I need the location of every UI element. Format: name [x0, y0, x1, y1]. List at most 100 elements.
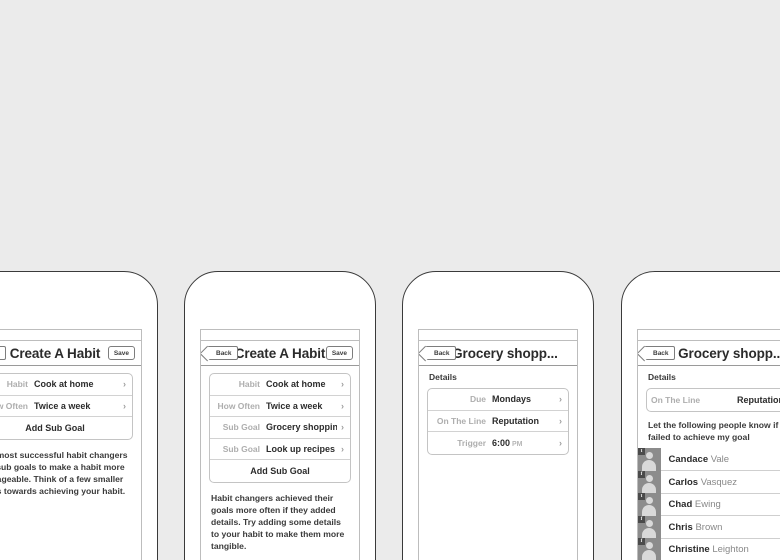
form-row-on-the-line[interactable]: On The Line Reputation ›	[647, 389, 780, 411]
row-label: Trigger	[457, 437, 486, 448]
form-row-habit[interactable]: Habit Cook at home ›	[210, 374, 350, 396]
row-label: Due	[469, 394, 486, 405]
chevron-right-icon: ›	[559, 437, 562, 448]
habit-form-card: Habit Cook at home › How Often Twice a w…	[0, 373, 133, 440]
form-row-how-often[interactable]: How Often Twice a week ›	[0, 396, 132, 417]
form-row-on-the-line[interactable]: On The Line Reputation ›	[428, 411, 568, 432]
social-network-badge-icon: f	[638, 538, 645, 546]
navigation-bar: Back Grocery shopp...	[638, 341, 780, 366]
row-value: Look up recipes	[266, 443, 336, 454]
avatar-body	[642, 505, 657, 516]
row-value: Grocery shopping	[266, 422, 337, 433]
chevron-right-icon: ›	[123, 379, 126, 390]
phone-4-content: Details On The Line Reputation › Let the…	[638, 366, 780, 560]
chevron-right-icon: ›	[559, 394, 562, 405]
chevron-right-icon: ›	[341, 443, 344, 454]
avatar: t	[638, 493, 661, 516]
form-row-sub-goal-1[interactable]: Sub Goal Grocery shopping ›	[210, 417, 350, 439]
row-label: Habit	[6, 379, 28, 390]
contact-first-name: Chris	[668, 521, 693, 533]
contact-first-name: Carlos	[668, 476, 699, 488]
helper-paragraph: Let the following people know if I faile…	[648, 419, 780, 442]
contact-last-name: Brown	[695, 521, 723, 533]
trigger-time: 6:00	[492, 437, 511, 448]
contact-name: Christine Leighton	[661, 544, 749, 555]
back-button[interactable]: Back	[0, 346, 6, 360]
contact-name: Carlos Vasquez	[661, 477, 737, 488]
row-label: Sub Goal	[222, 443, 260, 454]
chevron-right-icon: ›	[123, 400, 126, 411]
row-value: Cook at home	[34, 379, 94, 390]
phone-1-screen: Back Create A Habit Save Habit Cook at h…	[0, 329, 142, 560]
row-label: How Often	[0, 400, 28, 411]
back-button[interactable]: Back	[207, 346, 238, 360]
social-network-badge-icon: f	[638, 470, 645, 478]
helper-paragraph: Habit changers achieved their goals more…	[211, 492, 345, 552]
form-row-due[interactable]: Due Mondays ›	[428, 389, 568, 411]
save-button[interactable]: Save	[325, 346, 353, 360]
phone-4-screen: Back Grocery shopp... Details On The Lin…	[637, 329, 780, 560]
row-value: Mondays	[492, 394, 532, 405]
add-sub-goal-button[interactable]: Add Sub Goal	[0, 417, 132, 439]
wireframe-canvas: Back Create A Habit Save Habit Cook at h…	[0, 0, 780, 560]
status-bar	[201, 330, 359, 341]
contact-name: Chris Brown	[661, 522, 723, 533]
phone-mockup-2: Back Create A Habit Save Habit Cook at h…	[184, 271, 376, 560]
list-item[interactable]: t Chad Ewing	[638, 493, 780, 517]
avatar-body	[642, 460, 657, 471]
contact-name: Candace Vale	[661, 454, 730, 465]
details-card: On The Line Reputation ›	[646, 388, 780, 412]
form-row-trigger[interactable]: Trigger 6:00 PM ›	[428, 432, 568, 454]
list-item[interactable]: f Christine Leighton	[638, 538, 780, 560]
avatar-head	[645, 497, 653, 505]
form-row-habit[interactable]: Habit Cook at home ›	[0, 374, 132, 396]
phone-2-screen: Back Create A Habit Save Habit Cook at h…	[200, 329, 360, 560]
row-value: 6:00 PM	[492, 438, 555, 448]
navigation-bar: Back Grocery shopp...	[419, 341, 577, 366]
row-value: Twice a week	[266, 400, 323, 411]
contact-list: t Candace Vale f Carlos Vasquez t Chad E…	[638, 448, 780, 560]
phone-1-content: Habit Cook at home › How Often Twice a w…	[0, 373, 141, 497]
contact-first-name: Christine	[668, 544, 710, 556]
social-network-badge-icon: f	[638, 515, 645, 523]
back-button[interactable]: Back	[425, 346, 456, 360]
status-bar	[0, 330, 141, 341]
avatar: f	[638, 515, 661, 539]
row-label: Sub Goal	[222, 422, 260, 433]
status-bar	[419, 330, 577, 341]
social-network-badge-icon: t	[638, 493, 645, 501]
row-value: Reputation	[492, 415, 539, 426]
row-label: Habit	[238, 379, 260, 390]
avatar-body	[642, 550, 657, 560]
contact-last-name: Ewing	[694, 499, 721, 511]
list-item[interactable]: t Candace Vale	[638, 448, 780, 472]
add-sub-goal-button[interactable]: Add Sub Goal	[210, 460, 350, 482]
back-button[interactable]: Back	[644, 346, 675, 360]
contact-name: Chad Ewing	[661, 499, 721, 510]
details-card: Due Mondays › On The Line Reputation › T…	[427, 388, 569, 455]
list-item[interactable]: f Chris Brown	[638, 515, 780, 539]
trigger-meridiem: PM	[512, 440, 523, 448]
phone-2-content: Habit Cook at home › How Often Twice a w…	[201, 373, 359, 553]
contact-first-name: Candace	[668, 454, 709, 466]
avatar-head	[645, 542, 653, 550]
navigation-bar: Back Create A Habit Save	[0, 341, 141, 366]
avatar-head	[645, 452, 653, 460]
phone-mockup-1: Back Create A Habit Save Habit Cook at h…	[0, 271, 158, 560]
phone-mockup-3: Back Grocery shopp... Details Due Monday…	[402, 271, 594, 560]
form-row-how-often[interactable]: How Often Twice a week ›	[210, 396, 350, 417]
row-label: How Often	[217, 400, 261, 411]
phone-3-content: Details Due Mondays › On The Line Reputa…	[419, 366, 577, 455]
avatar-body	[642, 482, 657, 494]
habit-form-card: Habit Cook at home › How Often Twice a w…	[209, 373, 351, 483]
phone-3-screen: Back Grocery shopp... Details Due Monday…	[418, 329, 578, 560]
save-button[interactable]: Save	[107, 346, 135, 360]
status-bar	[638, 330, 780, 341]
list-item[interactable]: f Carlos Vasquez	[638, 470, 780, 494]
form-row-sub-goal-2[interactable]: Sub Goal Look up recipes ›	[210, 439, 350, 460]
row-value: Twice a week	[34, 400, 91, 411]
row-label: On The Line	[651, 394, 701, 405]
contact-last-name: Leighton	[712, 544, 749, 556]
avatar-body	[642, 527, 657, 539]
social-network-badge-icon: t	[638, 448, 645, 456]
